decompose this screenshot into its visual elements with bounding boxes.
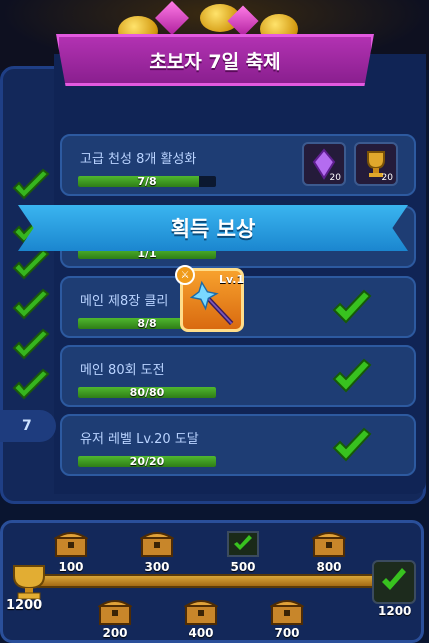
final-reward-box[interactable] — [372, 560, 416, 604]
claimed-chest-icon[interactable] — [226, 530, 260, 558]
chest-icon[interactable] — [310, 530, 348, 558]
points-label: 1200 — [6, 598, 43, 613]
reward-slot[interactable]: 20 — [302, 142, 346, 186]
reward-obtained-banner: 획득 보상 — [18, 205, 408, 251]
event-title: 초보자 7일 축제 — [149, 50, 281, 73]
milestone-label: 500 — [230, 560, 256, 574]
chest-icon[interactable] — [96, 598, 134, 626]
mission-row[interactable]: 고급 천성 8개 활성화 7/8 20 20 — [60, 134, 416, 196]
mission-title: 메인 80회 도전 — [80, 363, 165, 378]
mission-row[interactable]: 메인 80회 도전 80/80 — [60, 345, 416, 407]
completed-check-icon — [330, 357, 374, 397]
day-check-icon[interactable] — [10, 328, 52, 364]
mission-title: 고급 천성 8개 활성화 — [80, 152, 197, 167]
mission-title: 유저 레벨 Lv.20 도달 — [80, 432, 199, 447]
progress-bar: 7/8 — [78, 176, 216, 187]
chest-icon[interactable] — [52, 530, 90, 558]
chest-icon[interactable] — [268, 598, 306, 626]
milestone-label: 400 — [188, 626, 214, 640]
milestone-label: 200 — [102, 626, 128, 640]
reward-count: 20 — [329, 173, 341, 183]
mission-title: 메인 제8장 클리 — [80, 294, 169, 309]
day-check-icon[interactable] — [10, 368, 52, 404]
reward-slot[interactable]: 20 — [354, 142, 398, 186]
reward-item-card[interactable]: ⚔ Lv.1 — [175, 265, 244, 332]
chest-icon[interactable] — [138, 530, 176, 558]
progress-bar: 80/80 — [78, 387, 216, 398]
weapon-staff-icon — [189, 280, 234, 326]
progress-text: 7/8 — [137, 176, 157, 187]
chest-icon[interactable] — [182, 598, 220, 626]
progress-bar: 20/20 — [78, 456, 216, 467]
day-check-icon[interactable] — [10, 248, 52, 284]
final-points-label: 1200 — [378, 604, 412, 618]
completed-check-icon — [330, 288, 374, 328]
milestone-label: 300 — [144, 560, 170, 574]
milestone-label: 100 — [58, 560, 84, 574]
day-check-icon[interactable] — [10, 168, 52, 204]
day-check-icon[interactable] — [10, 288, 52, 324]
progress-text: 80/80 — [129, 387, 165, 398]
progress-text: 20/20 — [129, 456, 165, 467]
reward-count: 20 — [381, 173, 393, 183]
banner-text: 획득 보상 — [170, 217, 256, 241]
milestone-label: 800 — [316, 560, 342, 574]
mission-row[interactable]: 유저 레벨 Lv.20 도달 20/20 — [60, 414, 416, 476]
check-icon — [382, 568, 406, 590]
completed-check-icon — [330, 426, 374, 466]
event-title-ribbon: 초보자 7일 축제 — [56, 34, 374, 86]
day-tab-label: 7 — [22, 418, 32, 434]
milestone-track — [38, 574, 388, 588]
milestone-label: 700 — [274, 626, 300, 640]
day-tab-7[interactable]: 7 — [0, 410, 56, 442]
